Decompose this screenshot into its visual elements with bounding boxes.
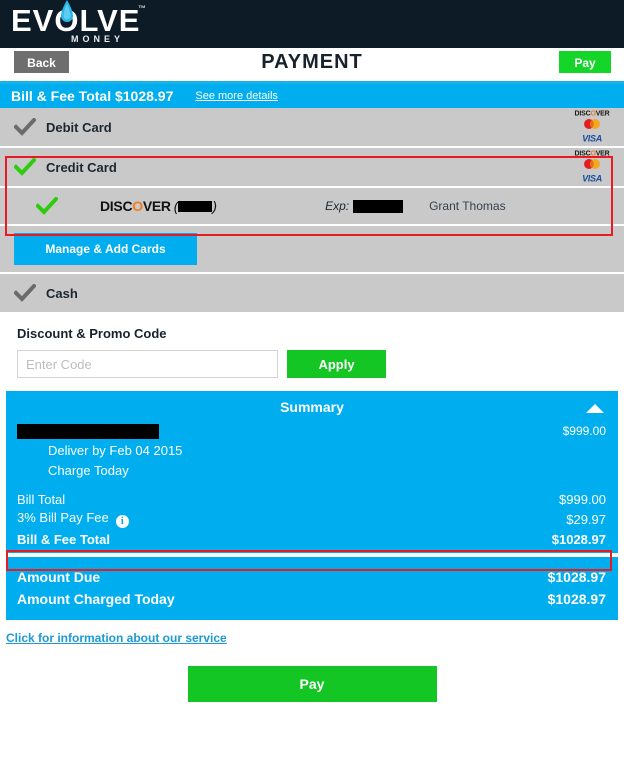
expiry-label: Exp: [325,199,350,213]
logo-text-lve: LVE [79,3,141,38]
summary-total-amount-2: $1028.97 [551,531,606,547]
summary-panel: Summary $999.00 Deliver by Feb 04 2015 C… [6,391,618,553]
bill-fee-total-strip: Bill & Fee Total $1028.97 See more detai… [0,84,624,108]
service-information-link[interactable]: Click for information about our service [6,631,624,645]
checkmark-icon-debit [14,118,36,136]
saved-card-number-close-paren: ) [212,198,218,214]
page-titlebar: Back PAYMENT Pay [0,48,624,84]
payee-name-redacted [17,423,159,439]
discount-promo-section: Discount & Promo Code Apply [0,314,624,378]
summary-spacer [6,481,618,489]
caret-up-icon[interactable] [586,404,604,413]
amount-due-value: $1028.97 [547,569,606,585]
summary-line-item-amount: $999.00 [562,424,606,438]
apply-promo-button[interactable]: Apply [287,350,386,378]
summary-total-label-2: Bill & Fee Total [17,531,110,547]
amount-due-row: Amount Due $1028.97 [6,566,618,588]
water-droplet-icon [60,0,73,22]
trademark-symbol: ™ [138,4,146,13]
promo-code-input[interactable] [17,350,278,378]
amount-charged-today-label: Amount Charged Today [17,591,175,607]
checkmark-icon-credit [14,158,36,176]
saved-card-brand-discover: DISCOVER [100,198,171,214]
visa-logo-small: VISA [582,133,602,144]
saved-card-number-redacted [178,200,213,212]
evolve-money-logo: EVOLVE ™ MONEY [11,0,211,47]
payment-method-label-cash: Cash [46,285,78,301]
logo-tagline: MONEY [71,34,125,44]
summary-line-item: $999.00 Deliver by Feb 04 2015 Charge To… [6,421,618,481]
logo-o-with-droplet: O [54,0,79,36]
checkmark-icon-cash [14,284,36,302]
promo-section-title: Discount & Promo Code [17,326,167,341]
payment-method-debit-card[interactable]: Debit Card DISCOVER VISA [0,108,624,148]
pay-button-bottom[interactable]: Pay [187,666,437,702]
bill-fee-total-label: Bill & Fee Total $1028.97 [11,88,174,104]
expiry-value-redacted [353,199,404,213]
summary-total-amount-0: $999.00 [559,491,606,507]
accepted-card-brands-credit: DISCOVER VISA [569,151,615,184]
summary-total-label-1-wrap: 3% Bill Pay Fee i [17,510,129,528]
amount-due-label: Amount Due [17,569,101,585]
summary-total-bill-pay-fee: 3% Bill Pay Fee i $29.97 [6,509,618,529]
mastercard-logo-small [584,119,600,129]
amount-charged-today-value: $1028.97 [547,591,606,607]
summary-title: Summary [280,399,344,415]
payment-methods-list: Debit Card DISCOVER VISA Credit Card DIS… [0,108,624,314]
summary-total-amount-1: $29.97 [566,511,606,527]
visa-logo-small-2: VISA [582,173,602,184]
page-title: PAYMENT [261,51,363,73]
discover-logo-small: DISCOVER [574,110,610,118]
checkmark-icon-saved-card [36,197,58,215]
saved-card-row-discover[interactable]: DISCOVER () Exp: Grant Thomas [0,188,624,226]
summary-charge-today: Charge Today [48,463,129,478]
manage-add-cards-button[interactable]: Manage & Add Cards [14,233,197,265]
see-more-details-link[interactable]: See more details [195,90,278,102]
amount-charged-today-row: Amount Charged Today $1028.97 [6,588,618,610]
summary-total-label-1: 3% Bill Pay Fee [17,510,109,525]
payment-method-label-credit: Credit Card [46,159,117,175]
amounts-panel: Amount Due $1028.97 Amount Charged Today… [6,557,618,620]
summary-deliver-by: Deliver by Feb 04 2015 [48,443,183,458]
info-icon[interactable]: i [115,515,129,528]
logo-text-ev: EV [11,3,55,38]
logo-wordmark: EVOLVE [11,0,141,38]
summary-line-item-top: $999.00 [17,421,606,441]
mastercard-logo-small-2 [584,159,600,169]
promo-input-row: Apply [17,350,624,378]
payment-method-cash[interactable]: Cash [0,274,624,314]
manage-cards-row: Manage & Add Cards [0,226,624,274]
summary-total-bill-and-fee-total: Bill & Fee Total $1028.97 [6,529,618,549]
summary-total-label-0: Bill Total [17,491,66,507]
accepted-card-brands-debit: DISCOVER VISA [569,111,615,144]
summary-header: Summary [6,391,618,421]
brand-header: EVOLVE ™ MONEY [0,0,624,48]
pay-button-top[interactable]: Pay [559,51,611,73]
payment-method-label-debit: Debit Card [46,119,112,135]
cardholder-name: Grant Thomas [429,199,506,213]
discover-logo-small-2: DISCOVER [574,150,610,158]
payment-method-credit-card[interactable]: Credit Card DISCOVER VISA [0,148,624,188]
summary-total-bill-total: Bill Total $999.00 [6,489,618,509]
